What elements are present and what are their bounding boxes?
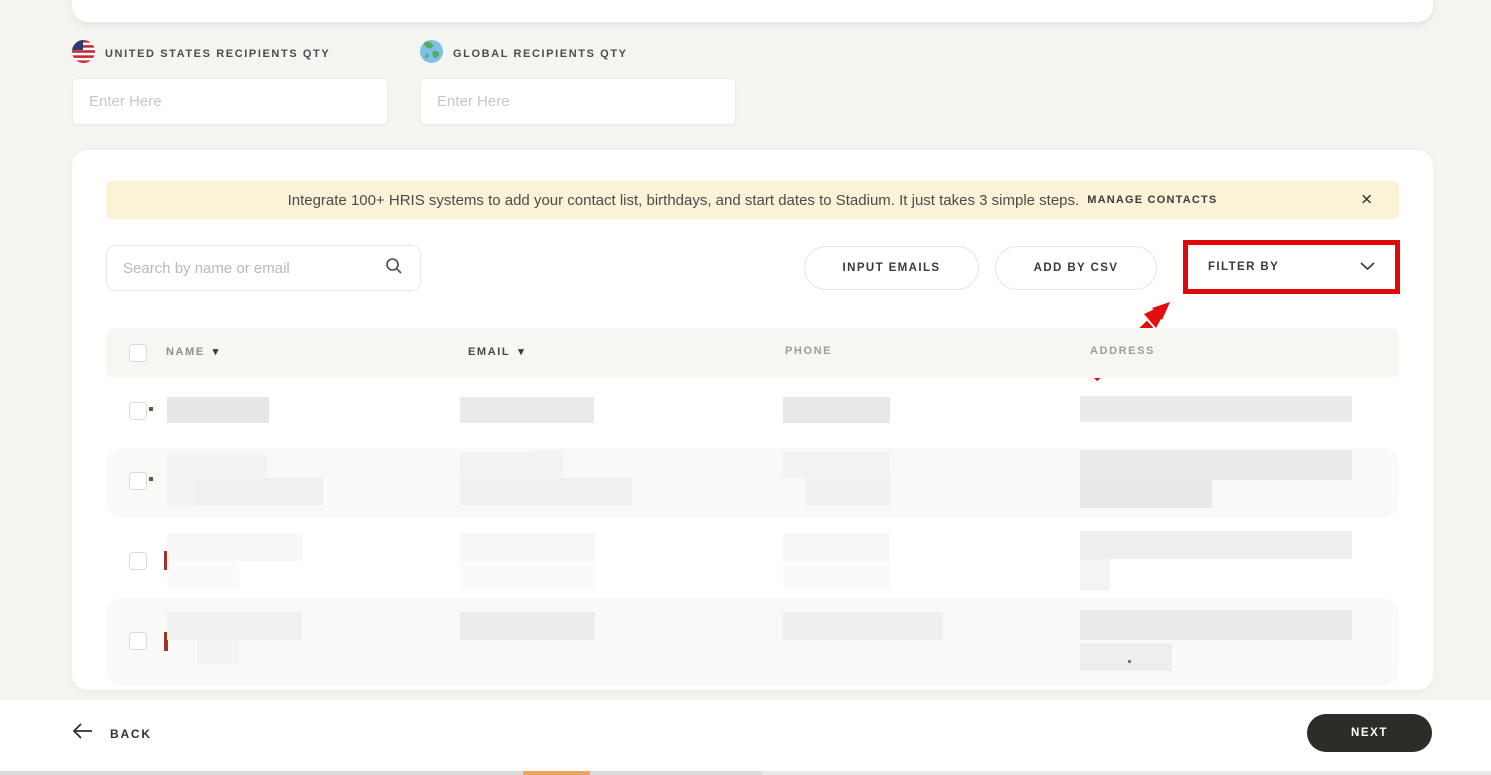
chevron-down-icon	[1360, 258, 1375, 276]
redacted-cell	[167, 397, 269, 423]
redacted-cell	[460, 533, 595, 561]
redacted-cell	[783, 561, 890, 589]
redacted-cell	[535, 450, 563, 478]
redacted-cell	[783, 397, 890, 423]
banner-message: Integrate 100+ HRIS systems to add your …	[287, 191, 1080, 209]
search-icon	[384, 256, 404, 281]
redacted-cell	[1080, 559, 1110, 591]
filter-by-dropdown[interactable]: FILTER BY	[1183, 240, 1400, 294]
table-row[interactable]	[106, 380, 1399, 448]
redacted-cell	[197, 640, 239, 664]
redacted-cell	[1080, 450, 1352, 480]
search-box[interactable]	[106, 245, 421, 291]
hris-banner: Integrate 100+ HRIS systems to add your …	[106, 181, 1399, 219]
redacted-cell	[460, 561, 595, 589]
us-recipients-group: UNITED STATES RECIPIENTS QTY	[72, 40, 388, 125]
progress-strip-light	[762, 771, 1491, 775]
redacted-cell	[783, 452, 890, 478]
us-recipients-input[interactable]	[72, 78, 388, 125]
redacted-cell	[1080, 531, 1352, 559]
global-recipients-group: GLOBAL RECIPIENTS QTY	[420, 40, 736, 125]
progress-strip	[0, 771, 1491, 775]
global-recipients-label: GLOBAL RECIPIENTS QTY	[453, 48, 628, 60]
redacted-cell	[460, 478, 632, 505]
globe-icon	[420, 40, 443, 68]
us-flag-icon	[72, 40, 95, 68]
redacted-fragment	[1128, 660, 1131, 663]
redacted-cell	[197, 478, 323, 505]
redacted-fragment	[149, 477, 153, 481]
redacted-cell	[167, 561, 239, 589]
column-header-name[interactable]: NAME ▾	[166, 345, 220, 358]
close-icon[interactable]: ✕	[1360, 193, 1373, 208]
redacted-cell	[460, 397, 594, 423]
footer-bar: BACK NEXT	[0, 700, 1491, 771]
redacted-cell	[167, 533, 302, 561]
column-header-phone: PHONE	[785, 345, 833, 357]
column-header-email[interactable]: EMAIL ▾	[468, 345, 525, 358]
filter-by-label: FILTER BY	[1208, 261, 1280, 273]
add-by-csv-label: ADD BY CSV	[1033, 262, 1119, 274]
row-checkbox[interactable]	[129, 632, 147, 650]
sort-icon[interactable]: ▾	[518, 346, 525, 358]
input-emails-label: INPUT EMAILS	[842, 262, 941, 274]
back-button[interactable]: BACK	[72, 722, 152, 745]
manage-contacts-link[interactable]: MANAGE CONTACTS	[1087, 194, 1217, 206]
add-by-csv-button[interactable]: ADD BY CSV	[995, 246, 1157, 290]
redacted-cell	[1080, 643, 1172, 671]
row-checkbox[interactable]	[129, 552, 147, 570]
search-input[interactable]	[123, 259, 384, 277]
redacted-cell	[167, 612, 302, 640]
redacted-cell	[1080, 480, 1212, 508]
table-row[interactable]	[106, 598, 1399, 686]
next-button[interactable]: NEXT	[1307, 714, 1432, 752]
redacted-cell	[1080, 610, 1352, 640]
back-label: BACK	[110, 726, 152, 741]
redacted-cell	[460, 612, 595, 640]
redacted-cell	[1080, 396, 1352, 422]
redacted-cell	[783, 612, 943, 640]
column-header-address: ADDRESS	[1090, 345, 1155, 357]
input-emails-button[interactable]: INPUT EMAILS	[804, 246, 979, 290]
top-card-remnant	[72, 0, 1433, 22]
global-recipients-input[interactable]	[420, 78, 736, 125]
redacted-cell	[805, 478, 891, 505]
page: UNITED STATES RECIPIENTS QTY GLOBAL RECI…	[0, 0, 1491, 775]
table-row[interactable]	[106, 448, 1399, 518]
arrow-left-icon	[72, 722, 94, 745]
row-checkbox[interactable]	[129, 402, 147, 420]
row-checkbox[interactable]	[129, 472, 147, 490]
redacted-fragment	[149, 407, 153, 411]
select-all-checkbox[interactable]	[129, 344, 147, 362]
us-recipients-label: UNITED STATES RECIPIENTS QTY	[105, 48, 331, 60]
sort-icon[interactable]: ▾	[213, 346, 220, 358]
redacted-cell	[783, 533, 890, 561]
table-row[interactable]	[106, 518, 1399, 598]
progress-strip-orange	[523, 771, 590, 775]
table-header: NAME ▾ EMAIL ▾ PHONE ADDRESS	[106, 328, 1399, 378]
